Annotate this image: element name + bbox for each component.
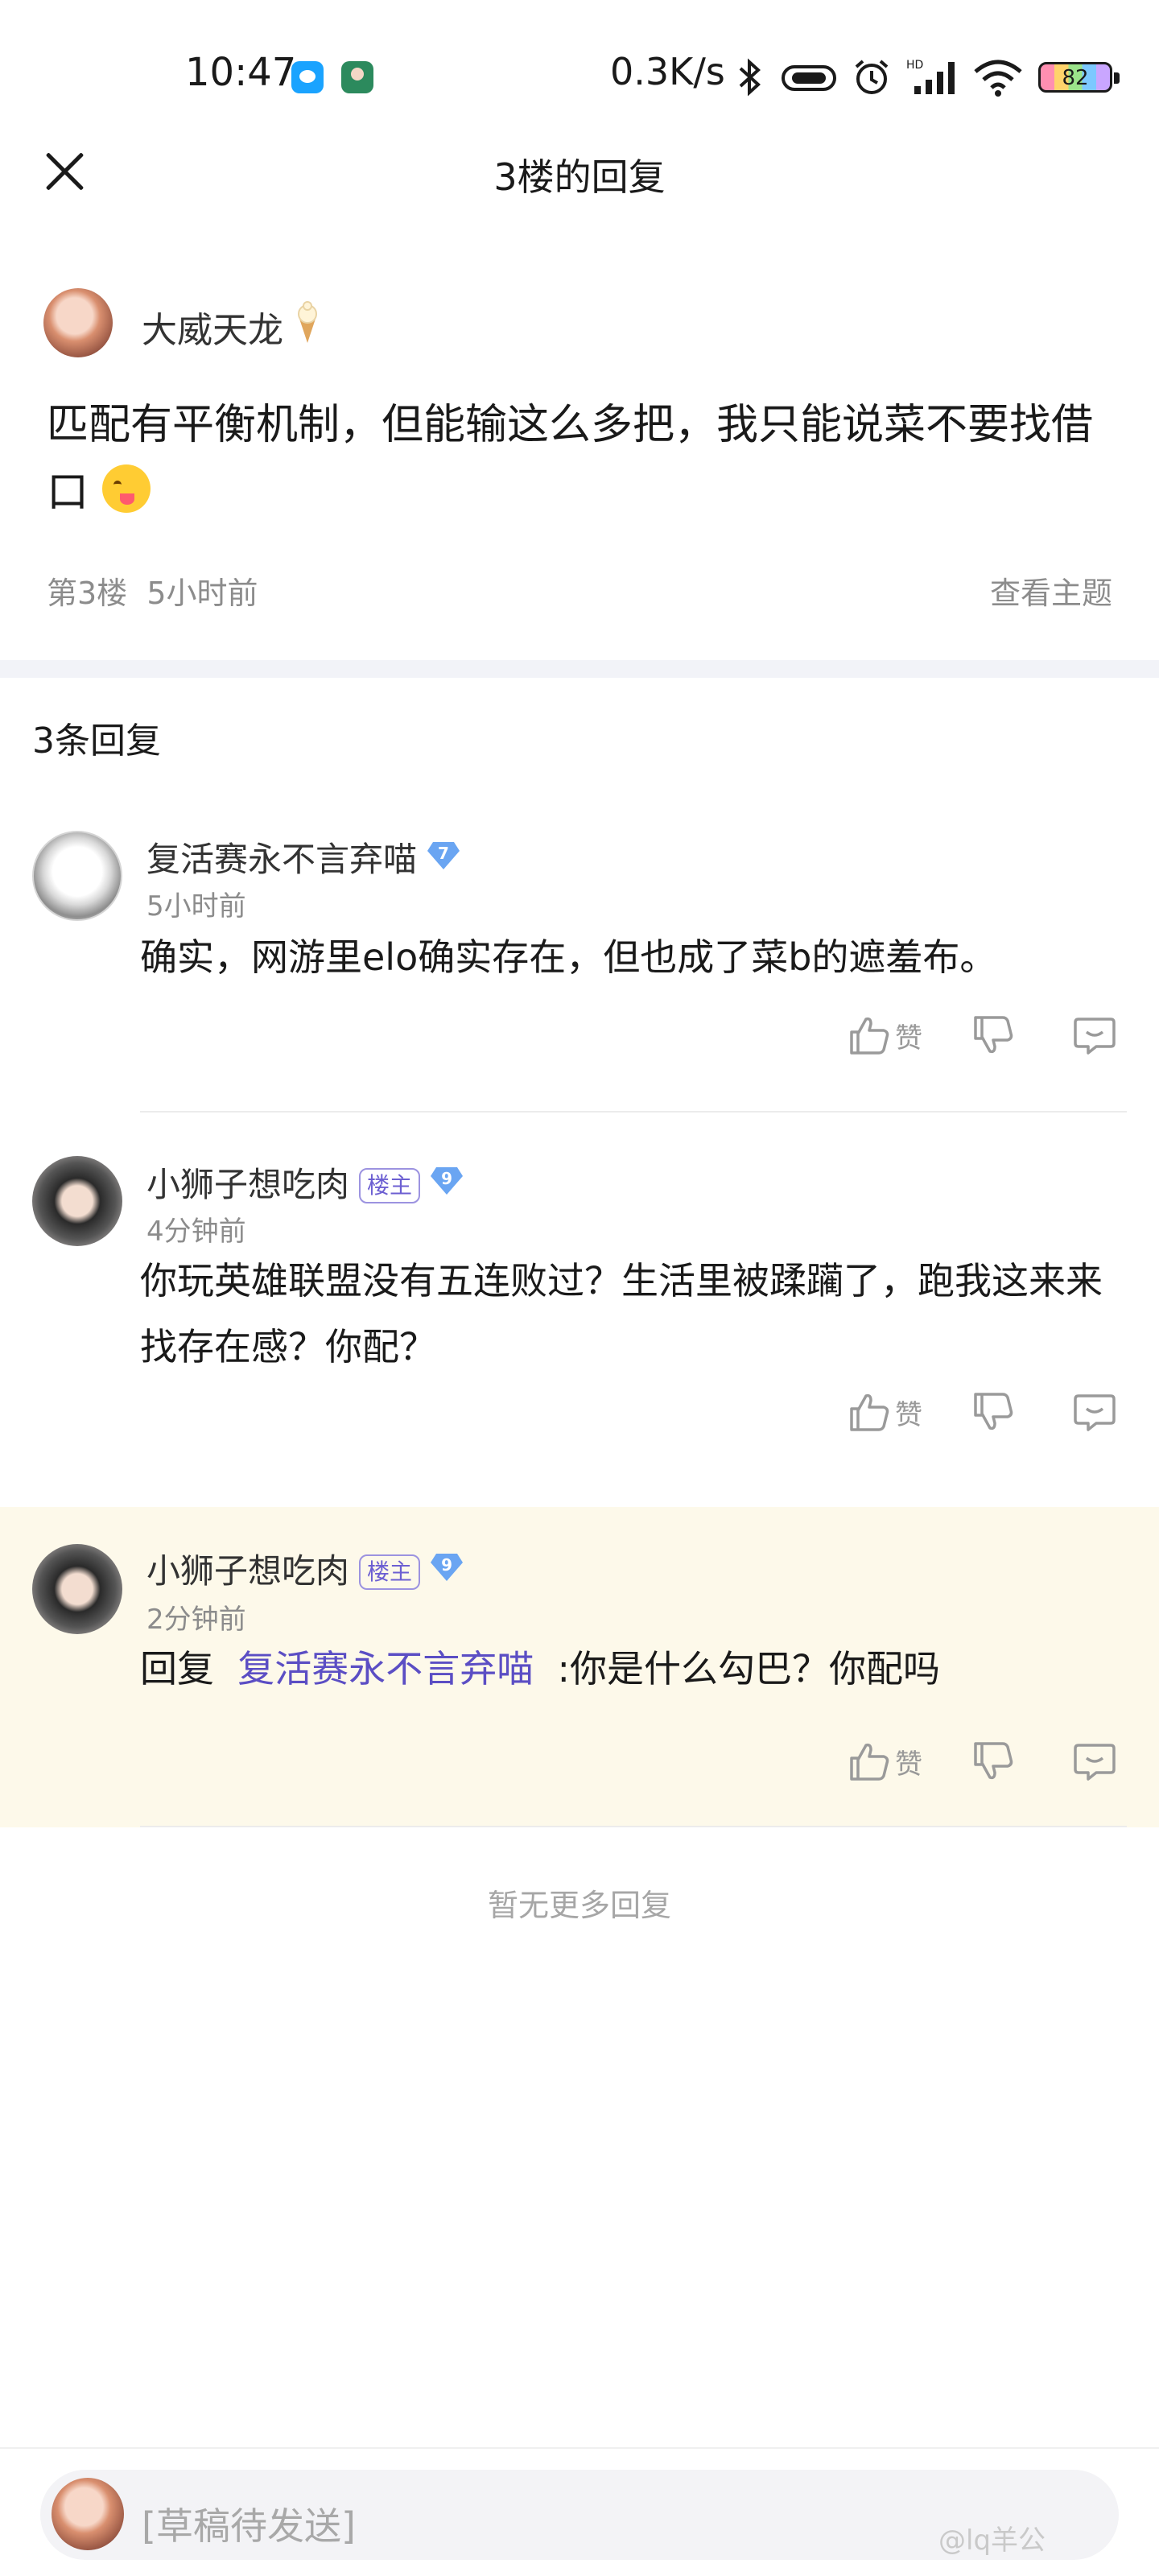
reply-item: 复活赛永不言弃喵 7 5小时前 确实，网游里elo确实存在，但也成了菜b的遮羞布。…: [0, 821, 1159, 1113]
vibrate-icon: [782, 65, 836, 91]
battery-level: 82: [1062, 66, 1089, 90]
like-label: 赞: [895, 1748, 922, 1781]
reply-author[interactable]: 小狮子想吃肉 楼主 9: [146, 1544, 464, 1593]
op-avatar[interactable]: [43, 288, 113, 357]
qq-app-icon: [291, 61, 324, 93]
reply-level: 9: [441, 1555, 452, 1575]
comment-icon: [1074, 1744, 1116, 1781]
alarm-icon: [855, 60, 889, 94]
reply-item: 小狮子想吃肉 楼主 9 4分钟前 你玩英雄联盟没有五连败过？生活里被蹂躏了，跑我这来…: [0, 1145, 1159, 1505]
reply-time: 2分钟前: [146, 1604, 246, 1636]
like-label: 赞: [895, 1398, 922, 1431]
reply-author-name[interactable]: 小狮子想吃肉: [146, 1165, 349, 1204]
like-label: 赞: [895, 1022, 922, 1055]
reply-author[interactable]: 小狮子想吃肉 楼主 9: [146, 1158, 464, 1207]
comment-button[interactable]: [1072, 1389, 1117, 1435]
thumb-up-icon: [850, 1017, 889, 1055]
like-button[interactable]: 赞: [847, 1389, 922, 1435]
dislike-button[interactable]: [971, 1389, 1016, 1435]
dislike-button[interactable]: [971, 1013, 1016, 1058]
reply-item-highlighted: 小狮子想吃肉 楼主 9 2分钟前 回复 复活赛永不言弃喵 :你是什么勾巴？你配吗 赞: [0, 1507, 1159, 1827]
op-author-name[interactable]: 大威天龙: [142, 301, 283, 353]
reply-divider: [140, 1111, 1127, 1113]
op-time: 5小时前: [146, 576, 258, 611]
reply-avatar[interactable]: [32, 1544, 122, 1634]
owner-badge: 楼主: [359, 1554, 421, 1590]
reply-level: 7: [438, 844, 449, 863]
op-floor: 第3楼: [47, 576, 128, 611]
svg-text:HD: HD: [906, 59, 923, 72]
reply-text-body: :你是什么勾巴？你配吗: [557, 1647, 941, 1690]
my-avatar: [52, 2478, 124, 2550]
status-bar: 10:47 0.3K/s HD 82: [0, 0, 1159, 153]
thumb-up-icon: [850, 1393, 889, 1431]
draft-placeholder[interactable]: [草稿待发送]: [142, 2497, 356, 2550]
yum-face-icon: [101, 464, 151, 513]
view-topic-link[interactable]: 查看主题: [990, 568, 1112, 613]
status-icons: HD 82: [734, 55, 1120, 100]
comment-icon: [1074, 1018, 1116, 1055]
battery-icon: 82: [1038, 62, 1120, 93]
reply-avatar[interactable]: [32, 1156, 122, 1246]
net-speed: 0.3K/s: [610, 50, 725, 93]
comment-button[interactable]: [1072, 1013, 1117, 1058]
op-meta: 第3楼 5小时前: [47, 568, 258, 613]
reply-author-name[interactable]: 小狮子想吃肉: [146, 1551, 349, 1591]
like-button[interactable]: 赞: [847, 1739, 922, 1784]
reply-prefix: 回复: [140, 1647, 214, 1690]
reply-level: 9: [441, 1169, 452, 1188]
op-content: 匹配有平衡机制，但能输这么多把，我只能说菜不要找借口: [47, 391, 1117, 526]
avatar-app-icon: [341, 61, 373, 93]
reply-divider: [140, 1826, 1127, 1827]
comment-button[interactable]: [1072, 1739, 1117, 1784]
reply-avatar[interactable]: [32, 831, 122, 921]
ice-cream-icon: [298, 301, 317, 343]
thumb-down-icon: [974, 1742, 1013, 1780]
thumb-down-icon: [974, 1393, 1013, 1430]
dislike-button[interactable]: [971, 1739, 1016, 1784]
reply-actions: 赞: [847, 1737, 1117, 1785]
section-divider: [0, 660, 1159, 678]
comment-icon: [1074, 1394, 1116, 1431]
level-gem-icon: 9: [430, 1164, 464, 1196]
reply-text: 你玩英雄联盟没有五连败过？生活里被蹂躏了，跑我这来来找存在感？你配？: [140, 1259, 1103, 1368]
wifi-icon: [974, 60, 1022, 97]
reply-author[interactable]: 复活赛永不言弃喵 7: [146, 832, 460, 881]
replies-count: 3条回复: [32, 720, 161, 762]
level-gem-icon: 7: [427, 839, 460, 871]
header: 3楼的回复: [0, 137, 1159, 209]
reply-text: 回复 复活赛永不言弃喵 :你是什么勾巴？你配吗: [140, 1636, 1133, 1702]
thumb-down-icon: [974, 1016, 1013, 1054]
reply-author-name[interactable]: 复活赛永不言弃喵: [146, 840, 417, 879]
reply-time: 5小时前: [146, 890, 246, 923]
reply-time: 4分钟前: [146, 1216, 246, 1248]
no-more-replies: 暂无更多回复: [487, 1888, 671, 1923]
thumb-up-icon: [850, 1743, 889, 1781]
reply-text: 确实，网游里elo确实存在，但也成了菜b的遮羞布。: [140, 935, 997, 979]
owner-badge: 楼主: [359, 1168, 421, 1203]
reply-to-user-link[interactable]: 复活赛永不言弃喵: [237, 1647, 534, 1690]
reply-actions: 赞: [847, 1011, 1117, 1059]
watermark: @lq羊公: [938, 2524, 1046, 2557]
reply-actions: 赞: [847, 1388, 1117, 1436]
level-gem-icon: 9: [430, 1550, 464, 1583]
like-button[interactable]: 赞: [847, 1013, 922, 1058]
op-content-text: 匹配有平衡机制，但能输这么多把，我只能说菜不要找借口: [47, 401, 1094, 517]
signal-icon: HD: [906, 59, 955, 94]
bluetooth-icon: [739, 58, 761, 97]
page-title: 3楼的回复: [493, 155, 666, 199]
status-time: 10:47: [185, 50, 297, 95]
